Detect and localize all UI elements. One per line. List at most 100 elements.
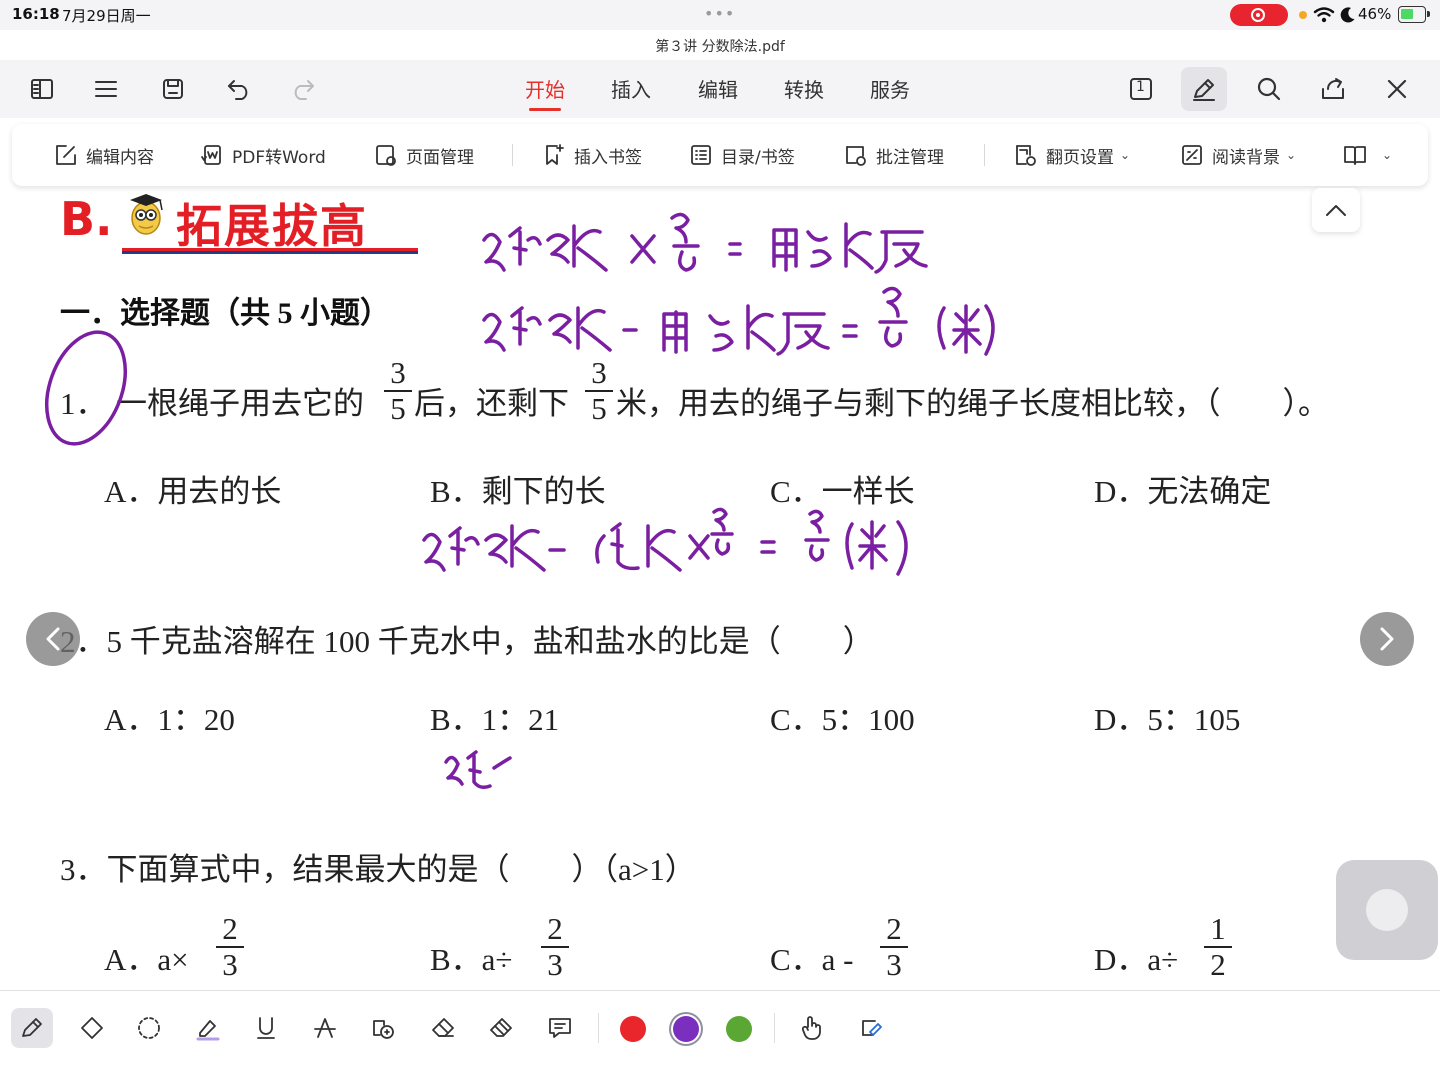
- share-icon[interactable]: [1318, 74, 1348, 104]
- eraser-shape-icon[interactable]: [72, 1011, 112, 1045]
- pen-icon[interactable]: [1189, 74, 1219, 104]
- fraction-numerator: 1: [1210, 911, 1226, 946]
- moon-icon: [1340, 7, 1355, 23]
- fraction-numerator: 2: [547, 911, 563, 946]
- q1-fraction-a: 3 5: [383, 356, 413, 426]
- q3-option-c-fraction: 23: [879, 912, 909, 982]
- fraction-numerator: 3: [390, 355, 406, 390]
- pen-tool-icon[interactable]: [11, 1008, 53, 1048]
- annotation-manage-button[interactable]: 批注管理: [844, 142, 944, 168]
- comment-icon[interactable]: [540, 1011, 580, 1045]
- toc-bookmark-button[interactable]: 目录/书签: [689, 142, 795, 168]
- tab-service[interactable]: 服务: [870, 74, 910, 103]
- edit-content-icon: [56, 145, 76, 165]
- fraction-denominator: 5: [390, 391, 406, 426]
- q3-option-a: A．a×: [104, 942, 189, 977]
- reading-background-button[interactable]: 阅读背景 ⌄: [1180, 142, 1296, 168]
- ribbon-divider: [984, 144, 985, 166]
- battery-icon: [1398, 6, 1430, 23]
- pen-toolbar: [0, 990, 1440, 1080]
- q2-option-d: D．5：105: [1094, 702, 1241, 737]
- redo-icon: [288, 74, 318, 104]
- page-turn-settings-button[interactable]: 翻页设置 ⌄: [1014, 142, 1130, 168]
- hand-icon[interactable]: [792, 1011, 832, 1045]
- insert-bookmark-button[interactable]: 插入书签: [542, 142, 642, 168]
- annotation-manage-icon: [846, 146, 866, 166]
- page-number-icon[interactable]: 1: [1126, 74, 1156, 104]
- color-red-swatch[interactable]: [620, 1016, 646, 1042]
- close-icon[interactable]: [1382, 74, 1412, 104]
- eraser-icon[interactable]: [423, 1011, 463, 1045]
- q3-option-b-fraction: 23: [540, 912, 570, 982]
- page-turn-settings-label: 翻页设置: [1046, 147, 1114, 168]
- color-purple-swatch[interactable]: [673, 1016, 699, 1042]
- toc-icon: [691, 145, 711, 165]
- highlighter-icon[interactable]: [188, 1011, 228, 1045]
- reading-background-icon: [1182, 145, 1202, 165]
- q3-option-d: D．a÷: [1094, 942, 1179, 977]
- tab-convert[interactable]: 转换: [784, 74, 824, 103]
- fraction-denominator: 5: [591, 391, 607, 426]
- next-page-button[interactable]: [1360, 612, 1414, 666]
- document-title: 第３讲 分数除法.pdf: [655, 39, 785, 55]
- q1-text-a: 一根绳子用去它的: [116, 386, 364, 421]
- menu-icon[interactable]: [91, 74, 121, 104]
- page-manage-button[interactable]: 页面管理: [374, 142, 474, 168]
- previous-page-button[interactable]: [26, 612, 80, 666]
- fraction-denominator: 2: [1210, 947, 1226, 982]
- chevron-up-icon: [1326, 205, 1346, 216]
- collapse-ribbon-button[interactable]: [1312, 188, 1360, 232]
- ribbon-toolbar: 编辑内容 PDF转Word 页面管理 插入书签 目录/书签 批注管理 翻页设置 …: [12, 124, 1428, 186]
- color-green-swatch[interactable]: [726, 1016, 752, 1042]
- status-bar: 16:18 7月29日周一 ••• 46%: [0, 0, 1440, 30]
- q1-option-a: A．用去的长: [104, 474, 282, 509]
- section-letter: B.: [60, 192, 113, 246]
- text-box-icon[interactable]: [363, 1011, 403, 1045]
- reading-background-label: 阅读背景: [1212, 147, 1280, 168]
- tab-insert[interactable]: 插入: [611, 74, 651, 103]
- fraction-denominator: 3: [222, 947, 238, 982]
- chevron-down-icon: ⌄: [1120, 148, 1131, 162]
- multitask-dots-icon[interactable]: •••: [704, 4, 735, 23]
- insert-bookmark-icon: [546, 144, 564, 165]
- q1-number: 1．: [60, 386, 107, 421]
- q3-option-d-fraction: 12: [1203, 912, 1233, 982]
- save-icon[interactable]: [158, 74, 188, 104]
- pdf-to-word-button[interactable]: PDF转Word: [200, 142, 326, 168]
- q2-option-c: C．5：100: [770, 702, 915, 737]
- q2-text: 2．5 千克盐溶解在 100 千克水中，盐和盐水的比是（ ）: [60, 624, 874, 659]
- q3-option-a-fraction: 23: [215, 912, 245, 982]
- chevron-right-icon: [1380, 627, 1394, 651]
- reading-mode-button[interactable]: ⌄: [1342, 142, 1392, 168]
- q3-option-b: B．a÷: [430, 942, 513, 977]
- part-title: 一．选择题（共 5 小题）: [60, 297, 390, 330]
- mic-indicator-icon: [1299, 11, 1307, 19]
- fraction-numerator: 3: [591, 355, 607, 390]
- toc-bookmark-label: 目录/书签: [721, 147, 795, 168]
- screen-recording-icon[interactable]: [1230, 4, 1288, 26]
- tab-edit[interactable]: 编辑: [698, 74, 738, 103]
- page-indicator: 1: [1136, 79, 1145, 95]
- undo-icon[interactable]: [224, 74, 254, 104]
- underline-icon[interactable]: [246, 1011, 286, 1045]
- section-underline-blue: [122, 251, 418, 254]
- sidebar-icon[interactable]: [27, 74, 57, 104]
- strikethrough-icon[interactable]: [305, 1011, 345, 1045]
- edit-content-button[interactable]: 编辑内容: [54, 142, 154, 168]
- assistive-touch-button[interactable]: [1336, 860, 1438, 960]
- q2-option-b: B．1：21: [430, 702, 560, 737]
- fraction-numerator: 2: [222, 911, 238, 946]
- fraction-numerator: 2: [886, 911, 902, 946]
- page-turn-icon: [1016, 145, 1036, 166]
- search-icon[interactable]: [1254, 74, 1284, 104]
- insert-bookmark-label: 插入书签: [574, 147, 642, 168]
- page-manage-icon: [376, 145, 396, 166]
- pdf-to-word-icon: [201, 145, 221, 165]
- tab-start[interactable]: 开始: [525, 74, 565, 111]
- status-time: 16:18: [12, 5, 60, 23]
- clear-icon[interactable]: [481, 1011, 521, 1045]
- section-title: 拓展拔高: [176, 199, 368, 253]
- lasso-icon[interactable]: [129, 1011, 169, 1045]
- edit-shape-icon[interactable]: [852, 1011, 892, 1045]
- pdf-to-word-label: PDF转Word: [232, 147, 326, 168]
